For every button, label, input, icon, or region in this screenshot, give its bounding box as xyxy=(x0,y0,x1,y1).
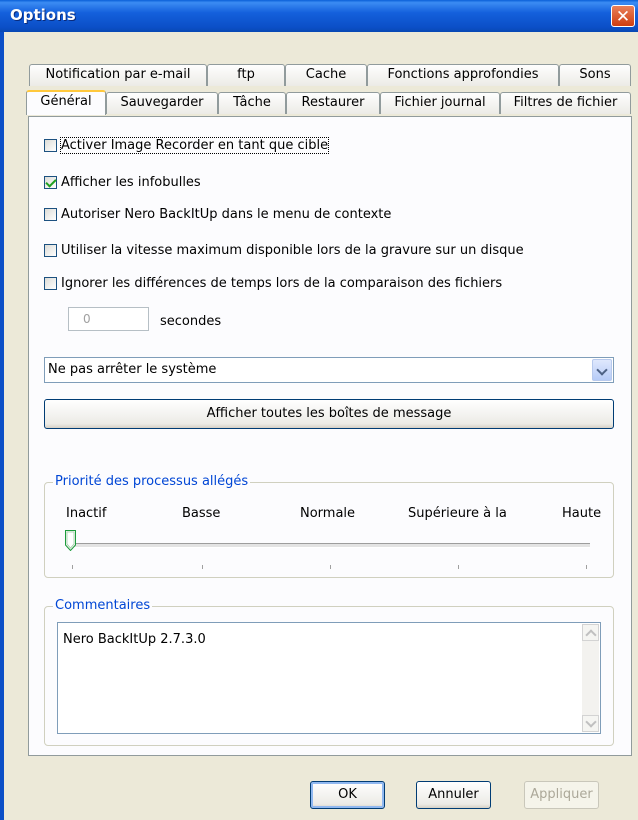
checkbox-infobulles[interactable] xyxy=(44,175,57,189)
title-bar[interactable]: Options ✕ xyxy=(0,0,638,32)
seconds-input[interactable]: 0 xyxy=(68,307,149,331)
priority-level-haute: Haute xyxy=(562,506,602,521)
option-image-recorder-label: Activer Image Recorder en tant que cible xyxy=(59,136,330,154)
tab-filtres-de-fichier[interactable]: Filtres de fichier xyxy=(500,92,631,114)
comments-text: Nero BackItUp 2.7.3.0 xyxy=(63,632,206,647)
tab-notification-email[interactable]: Notification par e-mail xyxy=(29,64,207,86)
checkbox-vitesse-max[interactable] xyxy=(44,243,57,257)
chevron-down-icon[interactable] xyxy=(592,359,612,381)
tab-restaurer[interactable]: Restaurer xyxy=(286,92,380,114)
show-all-messages-button[interactable]: Afficher toutes les boîtes de message xyxy=(44,399,614,429)
priority-group-label: Priorité des processus allégés xyxy=(53,474,251,489)
scroll-up-icon[interactable] xyxy=(582,624,599,641)
option-menu-contexte[interactable]: Autoriser Nero BackItUp dans le menu de … xyxy=(44,205,391,223)
scroll-down-icon[interactable] xyxy=(582,715,599,732)
slider-tick xyxy=(330,565,331,569)
option-vitesse-max-label: Utiliser la vitesse maximum disponible l… xyxy=(61,242,524,258)
apply-button[interactable]: Appliquer xyxy=(524,781,599,809)
tab-cache[interactable]: Cache xyxy=(285,64,367,86)
option-ignorer-temps[interactable]: Ignorer les différences de temps lors de… xyxy=(44,274,502,292)
shutdown-select[interactable]: Ne pas arrêter le système xyxy=(44,357,614,383)
window-title: Options xyxy=(10,6,76,24)
close-button[interactable]: ✕ xyxy=(611,5,635,27)
priority-slider-track[interactable] xyxy=(70,543,590,548)
seconds-label: secondes xyxy=(160,314,222,329)
checkbox-image-recorder[interactable] xyxy=(44,138,57,152)
priority-level-basse: Basse xyxy=(182,506,221,521)
tab-ftp[interactable]: ftp xyxy=(207,64,285,86)
window-frame-left xyxy=(0,32,4,820)
tab-sauvegarder[interactable]: Sauvegarder xyxy=(106,92,218,114)
option-menu-contexte-label: Autoriser Nero BackItUp dans le menu de … xyxy=(61,206,392,222)
option-infobulles[interactable]: Afficher les infobulles xyxy=(44,173,201,191)
option-vitesse-max[interactable]: Utiliser la vitesse maximum disponible l… xyxy=(44,241,524,259)
tab-general[interactable]: Général xyxy=(26,90,106,115)
option-infobulles-label: Afficher les infobulles xyxy=(61,174,201,190)
tab-tache[interactable]: Tâche xyxy=(218,92,286,114)
priority-level-superieure: Supérieure à la xyxy=(408,506,507,521)
comments-textarea[interactable]: Nero BackItUp 2.7.3.0 xyxy=(57,622,601,734)
comments-group-label: Commentaires xyxy=(53,598,153,613)
comments-scrollbar[interactable] xyxy=(582,624,599,732)
tab-fonctions-approfondies[interactable]: Fonctions approfondies xyxy=(367,64,559,86)
close-icon: ✕ xyxy=(615,7,631,27)
ok-button[interactable]: OK xyxy=(310,781,385,809)
priority-level-normale: Normale xyxy=(300,506,356,521)
priority-slider-thumb[interactable] xyxy=(65,530,76,551)
slider-tick xyxy=(586,565,587,569)
slider-tick xyxy=(72,565,73,569)
shutdown-select-value: Ne pas arrêter le système xyxy=(48,362,217,377)
option-image-recorder[interactable]: Activer Image Recorder en tant que cible xyxy=(44,136,330,154)
cancel-button[interactable]: Annuler xyxy=(416,781,491,809)
checkbox-ignorer-temps[interactable] xyxy=(44,276,57,290)
priority-group xyxy=(44,482,614,578)
tab-fichier-journal[interactable]: Fichier journal xyxy=(380,92,500,114)
slider-tick xyxy=(202,565,203,569)
checkbox-menu-contexte[interactable] xyxy=(44,207,57,221)
options-dialog: Options ✕ Notification par e-mail ftp Ca… xyxy=(0,0,638,820)
slider-tick xyxy=(458,565,459,569)
priority-level-inactif: Inactif xyxy=(66,506,107,521)
tab-sons[interactable]: Sons xyxy=(559,64,631,86)
option-ignorer-temps-label: Ignorer les différences de temps lors de… xyxy=(61,275,503,291)
